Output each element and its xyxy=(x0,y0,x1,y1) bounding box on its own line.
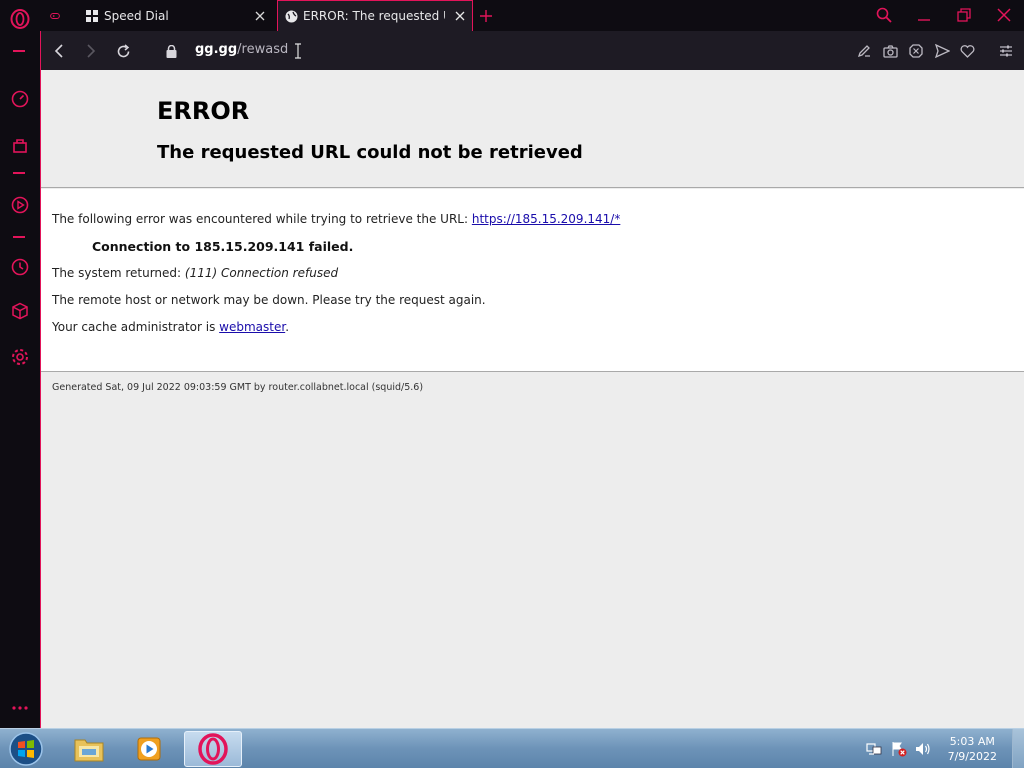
heart-bookmark-icon[interactable] xyxy=(956,40,978,62)
close-tab-icon[interactable] xyxy=(452,8,468,24)
gamepad-icon[interactable] xyxy=(50,0,60,31)
search-tabs-icon[interactable] xyxy=(872,4,896,26)
cache-admin-line: Your cache administrator is webmaster. xyxy=(52,320,289,334)
lock-icon[interactable] xyxy=(160,40,182,62)
tab-title: ERROR: The requested URL could not be re… xyxy=(303,9,445,23)
file-explorer-icon[interactable] xyxy=(60,731,118,767)
globe-icon xyxy=(285,10,298,23)
cache-admin-suffix: . xyxy=(285,320,290,334)
grid-icon xyxy=(86,9,98,22)
tab-strip: Speed Dial ERROR: The requested URL coul… xyxy=(40,0,1024,31)
back-icon[interactable] xyxy=(48,40,70,62)
system-returned-line: The system returned: (111) Connection re… xyxy=(52,266,338,280)
page-title: ERROR xyxy=(157,97,250,125)
url-path: /rewasd xyxy=(237,42,289,57)
page-content: ERROR The requested URL could not be ret… xyxy=(40,70,1024,728)
clock-time: 5:03 AM xyxy=(949,735,995,748)
address-field[interactable]: gg.gg/rewasd xyxy=(195,42,288,57)
address-toolbar: gg.gg/rewasd xyxy=(40,31,1024,70)
edit-icon[interactable] xyxy=(853,40,875,62)
extensions-cube-icon[interactable] xyxy=(9,300,31,322)
sidebar-divider xyxy=(13,172,25,174)
error-header: ERROR The requested URL could not be ret… xyxy=(41,70,1024,188)
sidebar-divider xyxy=(13,50,25,52)
opera-taskbar-icon[interactable] xyxy=(184,731,242,767)
tab-speed-dial[interactable]: Speed Dial xyxy=(80,0,270,31)
more-dots-icon[interactable] xyxy=(9,697,31,719)
page-subtitle: The requested URL could not be retrieved xyxy=(157,142,583,163)
system-returned-value: (111) Connection refused xyxy=(184,266,339,280)
camera-snapshot-icon[interactable] xyxy=(879,40,901,62)
send-icon[interactable] xyxy=(931,40,953,62)
action-center-flag-icon[interactable] xyxy=(891,741,907,757)
opera-menu-icon[interactable] xyxy=(9,8,31,30)
reload-icon[interactable] xyxy=(112,40,134,62)
restore-icon[interactable] xyxy=(952,4,976,26)
new-tab-plus-icon[interactable] xyxy=(480,0,498,31)
media-player-icon[interactable] xyxy=(120,731,178,767)
ad-blocker-icon[interactable] xyxy=(905,40,927,62)
start-button[interactable] xyxy=(0,731,52,767)
text-cursor-icon xyxy=(287,40,309,62)
system-clock[interactable]: 5:03 AM 7/9/2022 xyxy=(948,734,997,764)
settings-gear-icon[interactable] xyxy=(9,346,31,368)
system-returned-prefix: The system returned: xyxy=(52,266,185,280)
speedometer-icon[interactable] xyxy=(9,88,31,110)
sidebar-divider xyxy=(13,236,25,238)
clock-date: 7/9/2022 xyxy=(947,750,997,763)
tab-error[interactable]: ERROR: The requested URL could not be re… xyxy=(277,0,473,31)
show-desktop-button[interactable] xyxy=(1012,729,1024,768)
error-url-prefix: The following error was encountered whil… xyxy=(52,212,472,226)
player-icon[interactable] xyxy=(9,194,31,216)
generated-footer: Generated Sat, 09 Jul 2022 09:03:59 GMT … xyxy=(52,382,424,393)
easy-setup-icon[interactable] xyxy=(995,40,1017,62)
tab-title: Speed Dial xyxy=(104,8,169,23)
history-clock-icon[interactable] xyxy=(9,256,31,278)
close-tab-icon[interactable] xyxy=(252,8,268,24)
network-tray-icon[interactable] xyxy=(866,741,882,757)
taskbar: 5:03 AM 7/9/2022 xyxy=(0,728,1024,768)
error-body: The following error was encountered whil… xyxy=(41,189,1024,372)
forward-icon[interactable] xyxy=(80,40,102,62)
webmaster-link[interactable]: webmaster xyxy=(219,320,285,334)
url-host: gg.gg xyxy=(195,42,238,57)
remote-host-message: The remote host or network may be down. … xyxy=(52,293,486,307)
opera-sidebar xyxy=(0,0,40,728)
error-url-link[interactable]: https://185.15.209.141/* xyxy=(472,212,620,226)
failure-message: Connection to 185.15.209.141 failed. xyxy=(92,239,354,254)
shopping-bag-icon[interactable] xyxy=(9,134,31,156)
minimize-icon[interactable] xyxy=(912,4,936,26)
volume-icon[interactable] xyxy=(915,741,931,757)
error-url-line: The following error was encountered whil… xyxy=(52,212,620,226)
cache-admin-prefix: Your cache administrator is xyxy=(52,320,220,334)
close-window-icon[interactable] xyxy=(992,4,1016,26)
